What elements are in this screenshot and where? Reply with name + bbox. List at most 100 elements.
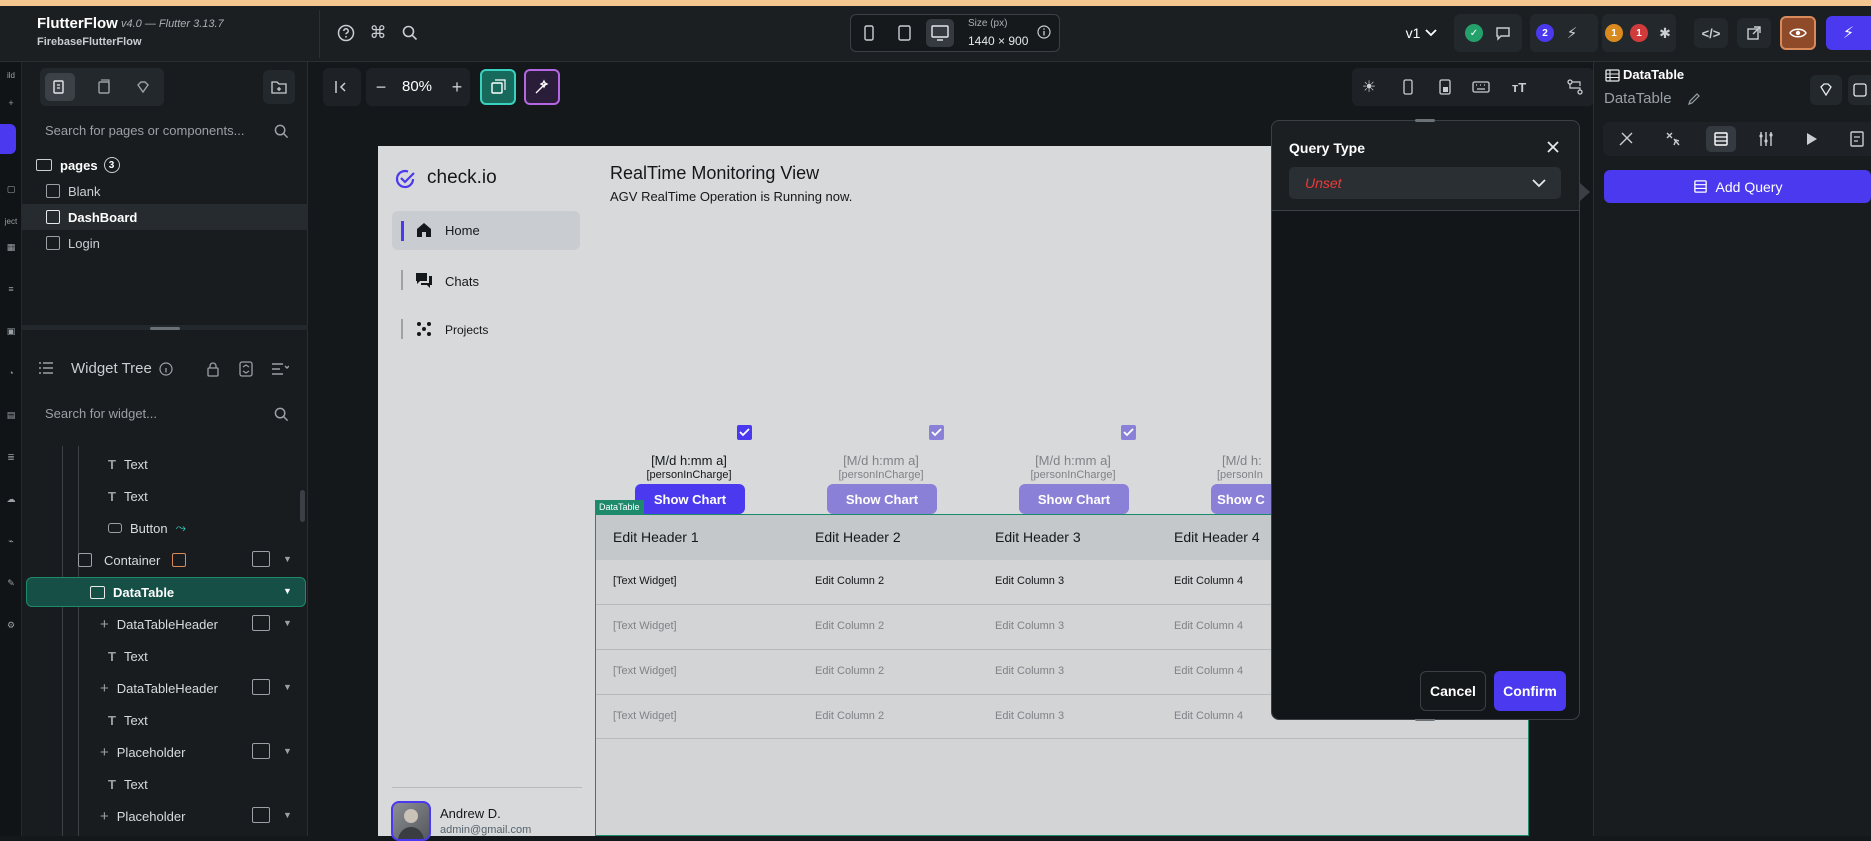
caret-down-icon[interactable]: ▼ [283,682,292,692]
add-child-icon[interactable] [252,743,270,759]
blue-count-badge[interactable]: 2 [1536,24,1554,42]
table-cell[interactable]: Edit Column 4 [1174,620,1243,632]
search-icon[interactable] [273,406,289,422]
layers-mode-icon[interactable] [89,73,119,101]
caret-down-icon[interactable]: ▼ [283,746,292,756]
components-icon[interactable]: ▦ [0,236,22,258]
search-icon[interactable] [400,23,420,43]
table-cell[interactable]: Edit Column 2 [815,575,884,587]
info-icon[interactable] [158,361,174,377]
card-checkbox[interactable] [929,425,944,440]
text-scale-icon[interactable]: ᴛT [1508,76,1530,98]
cloud-icon[interactable]: ☁ [0,488,22,510]
table-cell[interactable]: Edit Column 4 [1174,575,1243,587]
keyboard-icon[interactable] [1470,76,1492,98]
backend-query-tab-icon[interactable] [1706,126,1736,152]
table-cell[interactable]: Edit Column 4 [1174,710,1243,722]
tree-node-datatable[interactable]: DataTable [90,579,174,605]
tree-node-text[interactable]: T Text [108,707,148,733]
zoom-out-button[interactable]: − [370,76,392,98]
add-icon[interactable]: + [0,92,22,114]
table-cell[interactable]: [Text Widget] [613,620,677,632]
close-icon[interactable] [1544,138,1562,156]
tree-node-text[interactable]: T Text [108,771,148,797]
data-icon[interactable]: ▤ [0,404,22,426]
code-icon[interactable]: </> [1694,18,1728,48]
table-cell[interactable]: Edit Column 4 [1174,665,1243,677]
table-cell[interactable]: Edit Column 3 [995,620,1064,632]
pages-folder[interactable]: pages 3 [36,152,120,178]
desktop-device-icon[interactable] [926,19,954,47]
layout-frames-icon[interactable] [480,69,516,105]
bolt-list-icon[interactable]: ⚡ [1562,24,1582,42]
page-item-selected[interactable]: DashBoard [46,204,137,230]
actions-tab-icon[interactable] [1661,128,1685,150]
tree-node-text[interactable]: T Text [108,451,148,477]
confirm-button[interactable]: Confirm [1494,671,1566,711]
table-cell[interactable]: Edit Column 3 [995,665,1064,677]
table-cell[interactable]: Edit Column 2 [815,710,884,722]
table-header-cell[interactable]: Edit Header 4 [1174,529,1260,545]
add-child-icon[interactable] [252,551,270,567]
add-query-button[interactable]: Add Query [1604,170,1871,203]
widget-search-placeholder[interactable]: Search for widget... [45,406,157,421]
theme-icon[interactable]: ◔ [0,362,22,384]
show-chart-button[interactable]: Show C [1211,484,1271,514]
projects-icon[interactable] [414,319,434,339]
tree-node-button[interactable]: Button ⤳ [108,515,186,541]
phone-device-icon[interactable] [855,19,883,47]
properties-tab-icon[interactable] [1614,128,1638,150]
show-chart-button[interactable]: Show Chart [1019,484,1129,514]
edit-pencil-icon[interactable] [1686,91,1702,107]
cancel-button[interactable]: Cancel [1420,671,1486,711]
help-icon[interactable] [336,23,356,43]
api-icon[interactable]: ≣ [0,446,22,468]
light-mode-icon[interactable]: ☀ [1358,76,1380,98]
command-icon[interactable]: ⌘ [368,23,388,43]
tree-node-container[interactable]: Container [78,547,187,573]
settings-icon[interactable]: ⚙ [0,614,22,636]
page-item[interactable]: Blank [46,178,101,204]
expand-collapse-icon[interactable] [238,360,254,378]
caret-down-icon[interactable]: ▼ [283,618,292,628]
warning-count-badge[interactable]: 1 [1605,24,1623,42]
version-select[interactable]: v1 [1398,20,1446,46]
table-cell[interactable]: [Text Widget] [613,665,677,677]
table-header-cell[interactable]: Edit Header 1 [613,529,699,545]
collapse-panel-icon[interactable] [323,68,361,106]
tree-node-header[interactable]: + DataTableHeader [100,675,218,701]
search-icon[interactable] [273,123,289,139]
table-cell[interactable]: Edit Column 3 [995,575,1064,587]
magic-wand-icon[interactable] [524,69,560,105]
chevron-down-icon[interactable] [1530,175,1548,191]
card-checkbox[interactable] [737,425,752,440]
sort-options-icon[interactable] [270,360,290,378]
media-icon[interactable]: ▣ [0,320,22,342]
tree-node-text[interactable]: T Text [108,643,148,669]
pages-mode-icon[interactable] [45,73,75,101]
zoom-in-button[interactable]: + [446,76,468,98]
structure-icon[interactable] [1556,68,1594,106]
safe-area-icon[interactable] [1434,76,1456,98]
tablet-device-icon[interactable] [890,19,918,47]
chats-icon[interactable] [414,270,434,290]
play-tab-icon[interactable] [1800,128,1824,150]
custom-code-icon[interactable]: ⌁ [0,530,22,552]
table-cell[interactable]: Edit Column 3 [995,710,1064,722]
nav-label-projects[interactable]: Projects [445,323,488,337]
tree-node-placeholder[interactable]: + Placeholder [100,803,185,829]
documentation-tab-icon[interactable] [1845,128,1869,150]
table-cell[interactable]: [Text Widget] [613,575,677,587]
bug-icon[interactable]: ✱ [1656,24,1674,42]
chat-icon[interactable] [1494,24,1512,42]
table-cell[interactable]: Edit Column 2 [815,665,884,677]
run-bolt-icon[interactable]: ⚡ [1826,16,1871,50]
storyboard-icon[interactable]: ▢ [0,178,22,200]
table-header-cell[interactable]: Edit Header 2 [815,529,901,545]
diamond-icon[interactable] [128,73,158,101]
data-source-icon[interactable] [172,553,187,567]
avatar[interactable] [391,801,431,841]
navigator-icon[interactable] [0,124,16,154]
tree-node-header[interactable]: + DataTableHeader [100,611,218,637]
add-child-icon[interactable] [252,807,270,823]
